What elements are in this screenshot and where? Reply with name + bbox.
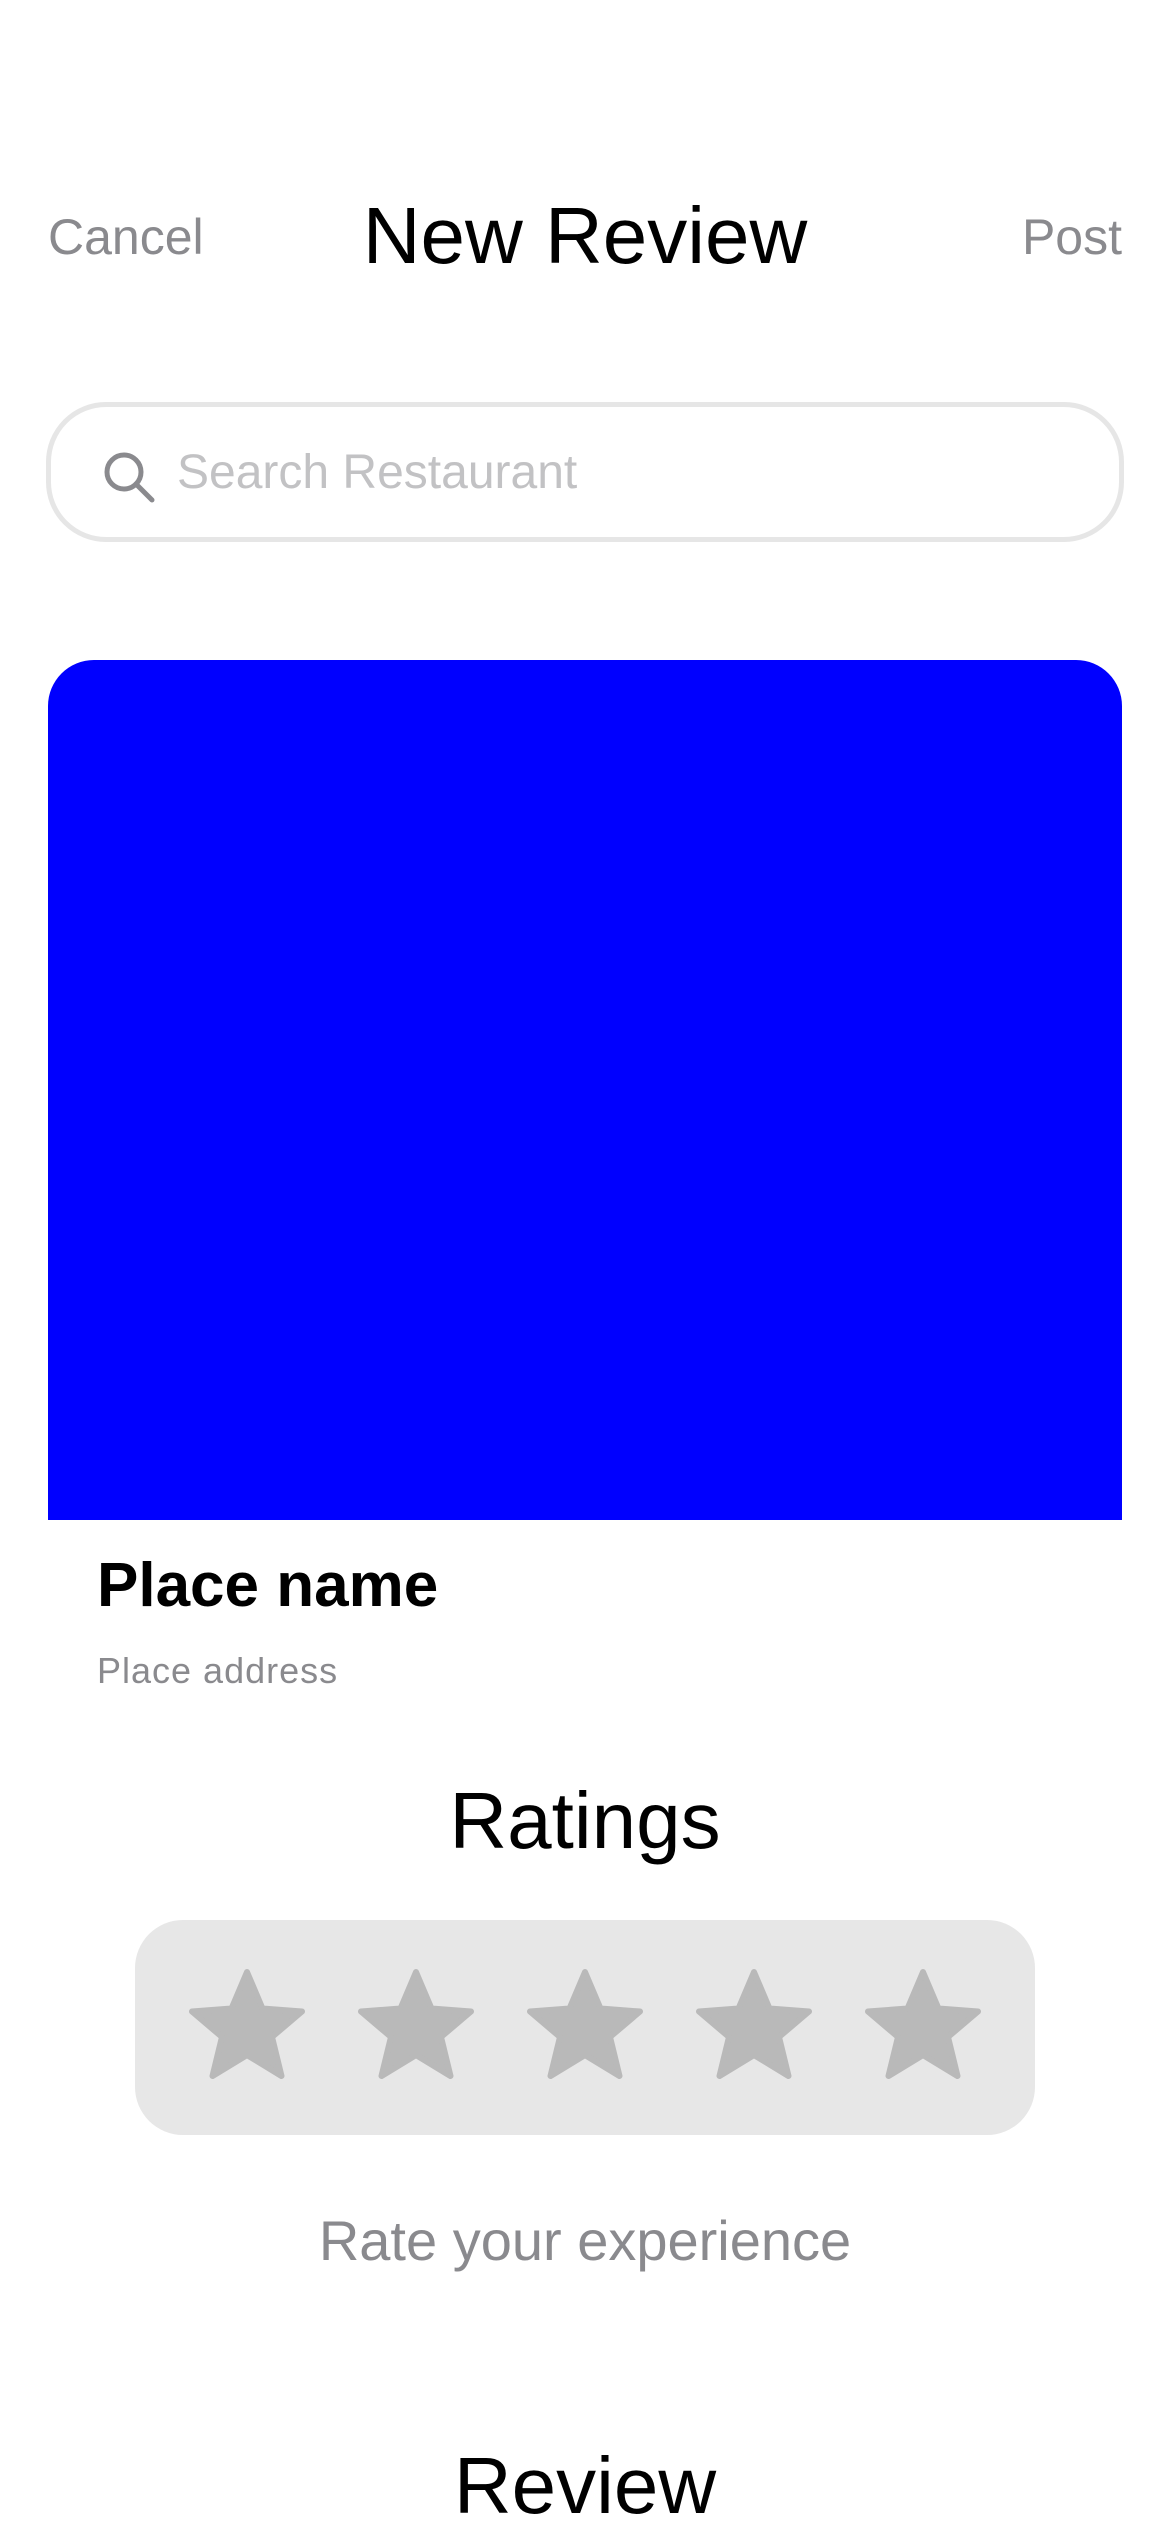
place-name: Place name bbox=[97, 1551, 439, 1620]
star-icon[interactable] bbox=[183, 1964, 311, 2092]
navigation-bar: Cancel New Review Post bbox=[0, 170, 1170, 310]
search-bar[interactable] bbox=[46, 402, 1124, 542]
post-button[interactable]: Post bbox=[1022, 208, 1122, 266]
star-icon[interactable] bbox=[521, 1964, 649, 2092]
search-icon bbox=[104, 452, 155, 503]
page-title: New Review bbox=[362, 191, 808, 280]
review-heading: Review bbox=[453, 2441, 717, 2530]
rating-caption: Rate your experience bbox=[318, 2209, 852, 2272]
search-input[interactable] bbox=[177, 437, 1077, 507]
star-icon[interactable] bbox=[859, 1964, 987, 2092]
star-rating-control[interactable] bbox=[135, 1920, 1035, 2135]
star-icon[interactable] bbox=[352, 1964, 480, 2092]
ratings-heading: Ratings bbox=[449, 1776, 721, 1865]
place-address: Place address bbox=[97, 1650, 339, 1691]
place-image bbox=[48, 660, 1122, 1520]
star-icon[interactable] bbox=[690, 1964, 818, 2092]
